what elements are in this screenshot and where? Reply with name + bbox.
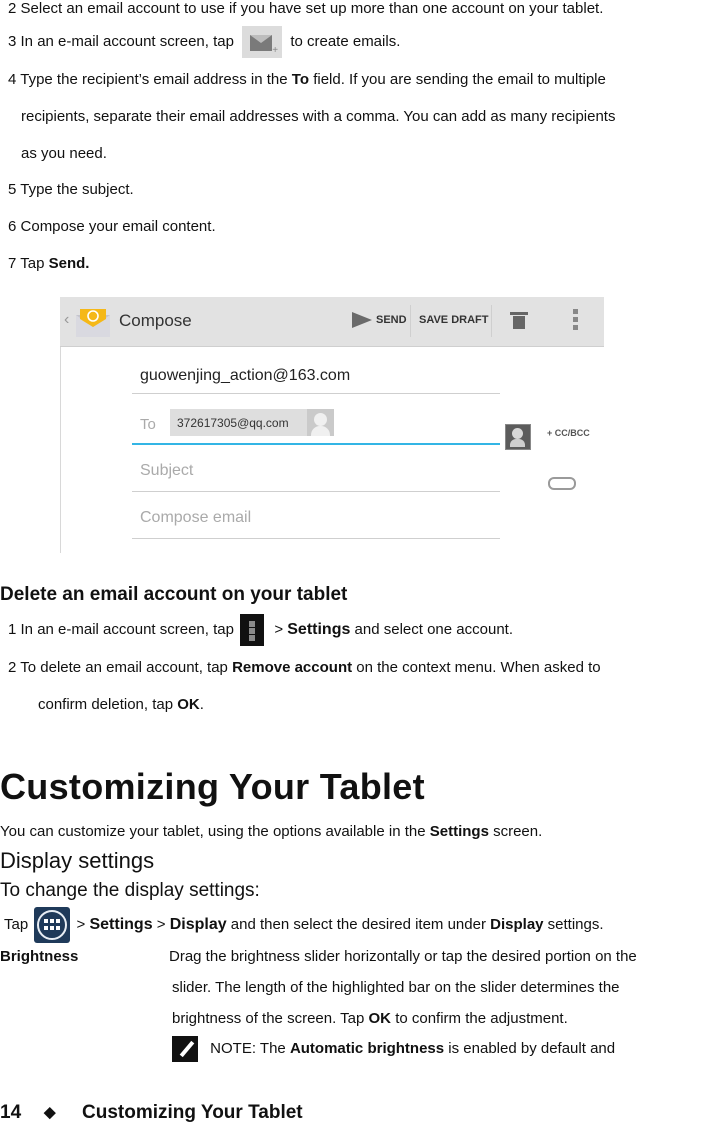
attachment-icon[interactable] <box>548 477 576 490</box>
step-4-continued: recipients, separate their email address… <box>21 108 616 125</box>
overflow-menu-icon <box>240 614 265 647</box>
brightness-description-3: brightness of the screen. Tap OK to conf… <box>172 1010 568 1027</box>
pencil-note-icon <box>172 1036 198 1063</box>
chapter-title: Customizing Your Tablet <box>0 766 425 807</box>
field-underline <box>132 491 500 492</box>
brightness-description: Drag the brightness slider horizontally … <box>169 948 637 965</box>
recipient-chip-text[interactable]: 372617305@qq.com <box>177 416 289 430</box>
apps-icon <box>34 907 71 944</box>
compose-screenshot: ‹ Compose SEND SAVE DRAFT guowenjing_act… <box>60 297 604 553</box>
send-icon[interactable] <box>352 312 372 328</box>
brightness-label: Brightness <box>0 948 79 965</box>
diamond-icon: ◆ <box>44 1104 56 1121</box>
screen-title: Compose <box>119 311 192 330</box>
from-account[interactable]: guowenjing_action@163.com <box>140 367 350 385</box>
step-7: 7 Tap Send. <box>8 255 90 272</box>
divider <box>60 347 61 553</box>
avatar-icon <box>307 409 334 436</box>
step-4-continued-2: as you need. <box>21 145 107 162</box>
change-display-heading: To change the display settings: <box>0 880 260 901</box>
email-app-icon <box>76 309 110 337</box>
back-chevron-icon[interactable]: ‹ <box>64 311 69 329</box>
field-underline <box>132 538 500 539</box>
field-underline <box>132 393 500 394</box>
add-contact-icon[interactable] <box>505 424 531 450</box>
step-3: 3 In an e-mail account screen, tap + to … <box>8 26 400 59</box>
cc-bcc-button[interactable]: + CC/BCC <box>547 428 590 438</box>
subject-input[interactable]: Subject <box>140 462 193 480</box>
display-settings-heading: Display settings <box>0 848 155 873</box>
delete-step-1: 1 In an e-mail account screen, tap > Set… <box>8 614 513 647</box>
brightness-description-2: slider. The length of the highlighted ba… <box>172 979 620 996</box>
action-bar: ‹ Compose SEND SAVE DRAFT <box>60 297 604 347</box>
overflow-menu-icon[interactable] <box>573 309 578 331</box>
section-heading: Delete an email account on your tablet <box>0 584 348 605</box>
divider <box>491 305 492 337</box>
step-4: 4 Type the recipient’s email address in … <box>8 71 606 88</box>
delete-step-2-continued: confirm deletion, tap OK. <box>38 696 204 713</box>
divider <box>410 305 411 337</box>
trash-icon[interactable] <box>510 310 528 329</box>
send-button[interactable]: SEND <box>376 314 407 326</box>
step-5: 5 Type the subject. <box>8 181 134 198</box>
delete-step-2: 2 To delete an email account, tap Remove… <box>8 659 601 676</box>
page-number: 14 <box>0 1102 22 1123</box>
footer-section-title: Customizing Your Tablet <box>82 1102 303 1123</box>
save-draft-button[interactable]: SAVE DRAFT <box>419 314 488 326</box>
compose-email-icon: + <box>242 26 283 59</box>
body-input[interactable]: Compose email <box>140 509 251 527</box>
intro-paragraph: You can customize your tablet, using the… <box>0 823 543 840</box>
to-label: To <box>140 416 156 433</box>
tap-instruction: Tap > Settings > Display and then select… <box>4 907 604 944</box>
step-2: 2 Select an email account to use if you … <box>8 0 604 17</box>
step-6: 6 Compose your email content. <box>8 218 216 235</box>
note: NOTE: The Automatic brightness is enable… <box>172 1036 615 1063</box>
to-field-underline <box>132 443 500 445</box>
